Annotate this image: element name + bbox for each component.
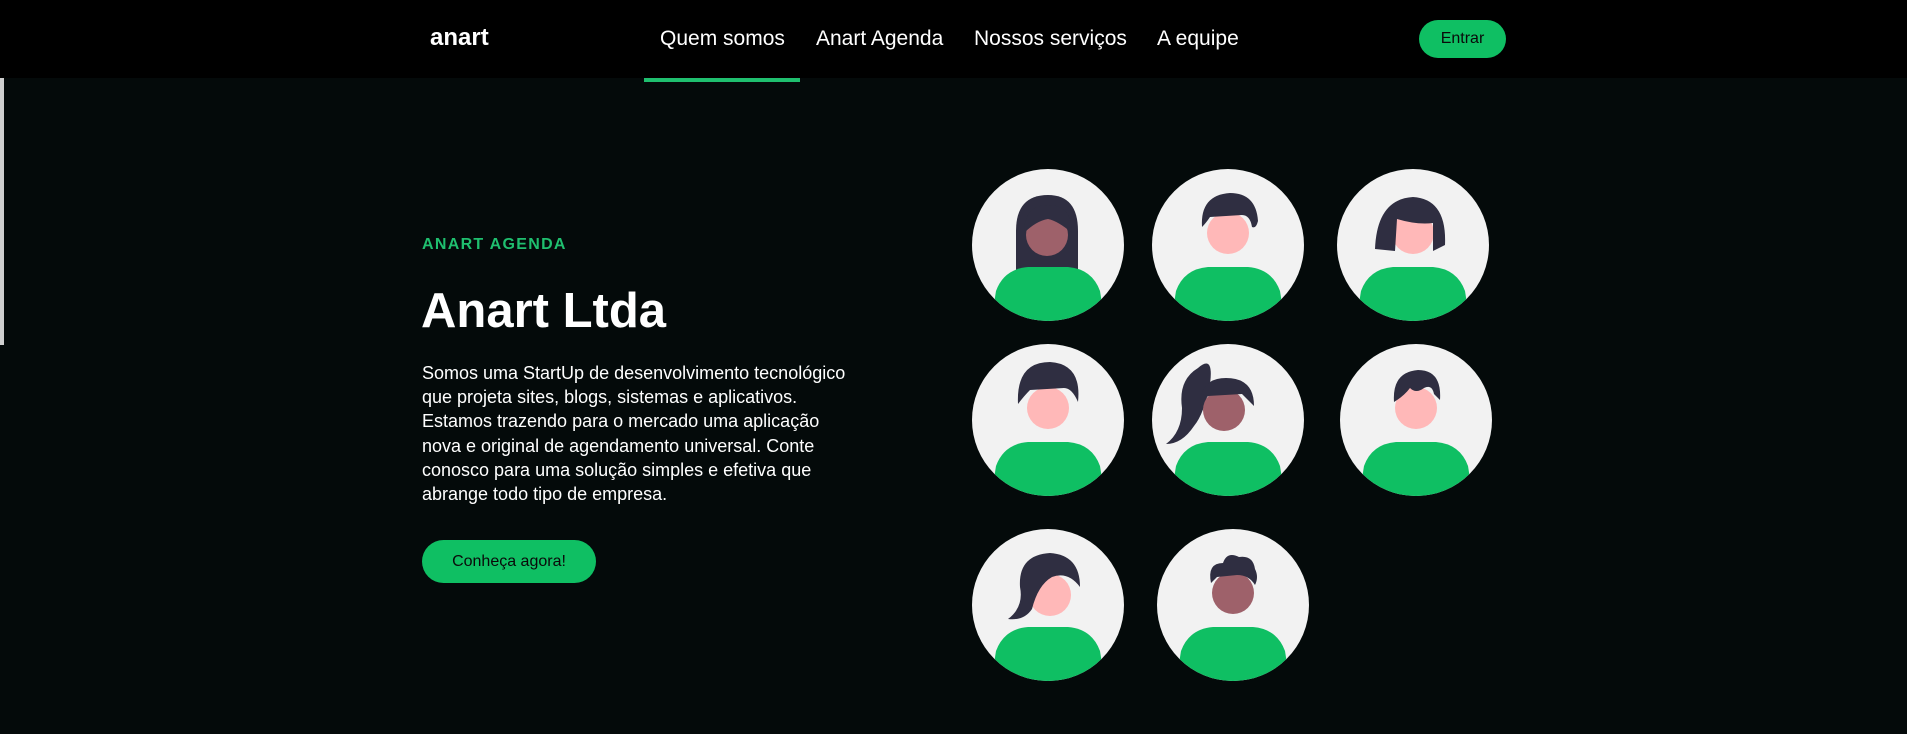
nav-link-nossos-servicos[interactable]: Nossos serviços bbox=[974, 27, 1127, 51]
active-nav-indicator bbox=[644, 78, 800, 82]
hero-description-line: abrange todo tipo de empresa. bbox=[422, 484, 668, 505]
avatar-7 bbox=[972, 529, 1124, 681]
navbar: anart Quem somos Anart Agenda Nossos ser… bbox=[0, 0, 1907, 78]
avatar-6 bbox=[1340, 344, 1492, 496]
nav-link-quem-somos[interactable]: Quem somos bbox=[660, 27, 785, 51]
avatar-1 bbox=[972, 169, 1124, 321]
nav-link-a-equipe[interactable]: A equipe bbox=[1157, 27, 1239, 51]
hero-description-line: Somos uma StartUp de desenvolvimento tec… bbox=[422, 363, 846, 383]
hero-eyebrow: ANART AGENDA bbox=[422, 236, 567, 253]
avatar-4 bbox=[972, 344, 1124, 496]
avatar-3 bbox=[1337, 169, 1489, 321]
hero-description: Somos uma StartUp de desenvolvimento tec… bbox=[422, 361, 862, 506]
hero-description-line: nova e original de agendamento universal… bbox=[422, 435, 815, 456]
cta-button[interactable]: Conheça agora! bbox=[422, 540, 596, 583]
login-button[interactable]: Entrar bbox=[1419, 20, 1506, 58]
avatar-5 bbox=[1152, 344, 1304, 496]
brand-logo[interactable]: anart bbox=[430, 24, 489, 52]
hero-title: Anart Ltda bbox=[421, 284, 666, 338]
hero-description-line: que projeta sites, blogs, sistemas e apl… bbox=[422, 387, 798, 408]
nav-link-anart-agenda[interactable]: Anart Agenda bbox=[816, 27, 943, 51]
avatar-8 bbox=[1157, 529, 1309, 681]
hero-description-line: conosco para uma solução simples e efeti… bbox=[422, 459, 812, 480]
hero-description-line: Estamos trazendo para o mercado uma apli… bbox=[422, 411, 820, 432]
avatar-2 bbox=[1152, 169, 1304, 321]
